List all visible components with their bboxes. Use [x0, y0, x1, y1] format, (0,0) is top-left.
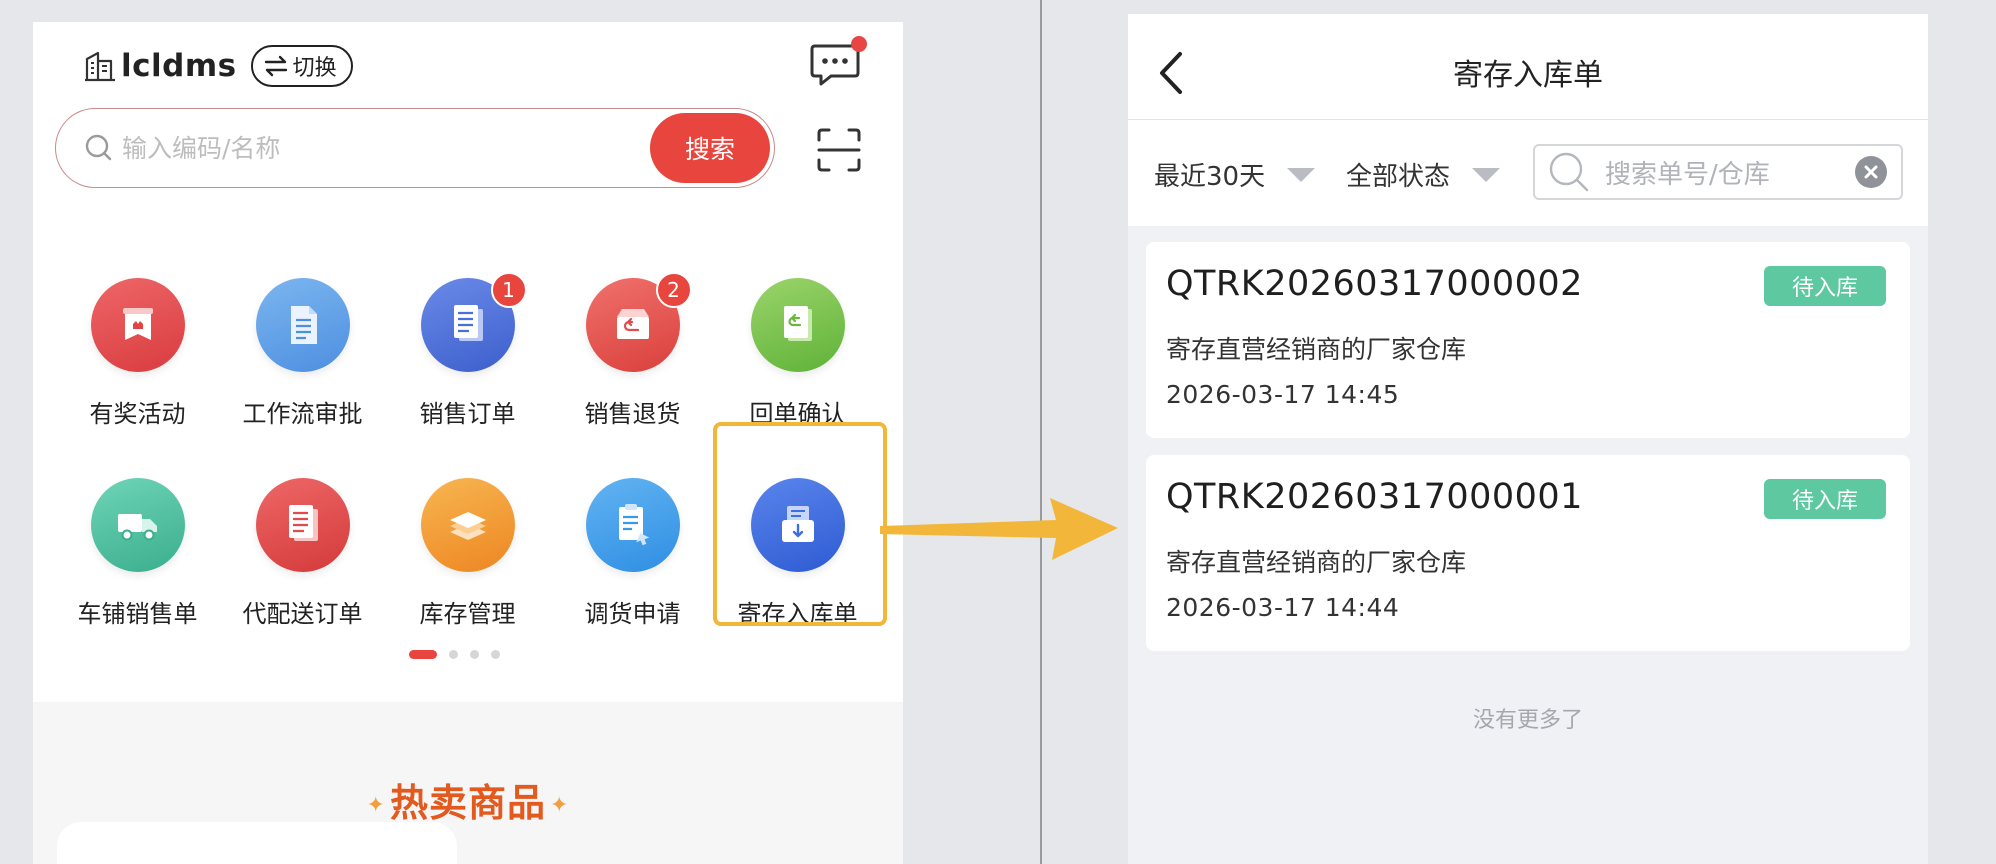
menu-label: 销售订单: [419, 400, 516, 428]
switch-company-button[interactable]: 切换: [250, 45, 353, 87]
hot-products-heading: ✦ 热卖商品 ✦: [33, 772, 903, 827]
order-time: 2026-03-17 14:45: [1166, 380, 1400, 409]
transfer-doc-icon: [585, 478, 680, 572]
return-box-icon: 2: [585, 272, 692, 372]
badge: 2: [655, 272, 692, 308]
caret-down-icon: [1287, 167, 1316, 182]
status-dropdown[interactable]: 全部状态: [1346, 156, 1501, 193]
order-card[interactable]: QTRK20260317000002 待入库 寄存直营经销商的厂家仓库 2026…: [1146, 242, 1910, 438]
order-time: 2026-03-17 14:44: [1166, 593, 1400, 622]
pager-dot[interactable]: [491, 650, 500, 659]
sparkle-icon: ✦: [366, 793, 386, 818]
menu-item-sales-order[interactable]: 1 销售订单: [385, 272, 550, 448]
status-badge: 待入库: [1764, 479, 1886, 519]
order-search-box[interactable]: 搜索单号/仓库: [1533, 144, 1903, 200]
scan-icon[interactable]: [815, 126, 863, 174]
filter-bar: 最近30天 全部状态 搜索单号/仓库: [1128, 120, 1928, 226]
pager-dot-active[interactable]: [409, 650, 437, 659]
delivery-doc-icon: [255, 478, 350, 572]
menu-label: 库存管理: [419, 600, 516, 628]
menu-item-sales-return[interactable]: 2 销售退货: [550, 272, 715, 448]
nav-bar: 寄存入库单: [1128, 14, 1928, 120]
menu-label: 代配送订单: [242, 600, 363, 628]
unread-dot: [851, 36, 867, 52]
menu-label: 有奖活动: [89, 400, 186, 428]
search-icon: [1549, 152, 1589, 192]
status-badge: 待入库: [1764, 266, 1886, 306]
home-search-box: 搜索: [55, 108, 775, 188]
gift-icon: [90, 278, 185, 372]
highlight-frame: [713, 422, 887, 626]
no-more-text: 没有更多了: [1472, 708, 1583, 733]
menu-label: 调货申请: [584, 600, 681, 628]
swap-icon: [264, 55, 287, 77]
order-search-placeholder: 搜索单号/仓库: [1605, 159, 1770, 190]
order-number: QTRK20260317000002: [1166, 264, 1583, 304]
message-button[interactable]: [807, 36, 867, 92]
menu-label: 车铺销售单: [77, 600, 198, 628]
product-card[interactable]: [57, 822, 457, 864]
pager-dot[interactable]: [449, 650, 458, 659]
menu-label: 工作流审批: [242, 400, 363, 428]
consignment-inbound-screen: 寄存入库单 最近30天 全部状态 搜索单号/仓库 QTRK20260317000…: [1128, 14, 1928, 864]
screen-divider: [1040, 0, 1042, 864]
search-icon: [85, 134, 112, 161]
page-title: 寄存入库单: [1453, 58, 1603, 93]
company-name: lcldms: [121, 48, 237, 84]
order-list-icon: 1: [420, 272, 527, 372]
truck-icon: [90, 478, 185, 572]
warehouse-name: 寄存直营经销商的厂家仓库: [1166, 548, 1467, 577]
layers-icon: [420, 478, 515, 572]
home-topbar: lcldms 切换: [83, 36, 867, 96]
menu-item-transfer-request[interactable]: 调货申请: [550, 478, 715, 648]
badge: 1: [490, 272, 527, 308]
warehouse-name: 寄存直营经销商的厂家仓库: [1166, 335, 1467, 364]
menu-item-delivery-order[interactable]: 代配送订单: [220, 478, 385, 648]
menu-item-truck-sales[interactable]: 车铺销售单: [55, 478, 220, 648]
receipt-return-icon: [750, 278, 845, 372]
home-search-row: 搜索: [55, 108, 863, 188]
sparkle-icon: ✦: [550, 793, 570, 818]
menu-pager: [409, 650, 500, 659]
switch-label: 切换: [292, 56, 337, 81]
menu-item-workflow[interactable]: 工作流审批: [220, 278, 385, 448]
status-label: 全部状态: [1346, 162, 1451, 192]
search-button[interactable]: 搜索: [650, 113, 770, 183]
clear-icon[interactable]: [1855, 156, 1887, 188]
pager-dot[interactable]: [470, 650, 479, 659]
date-range-dropdown[interactable]: 最近30天: [1154, 156, 1316, 193]
caret-down-icon: [1472, 167, 1501, 182]
menu-item-inventory[interactable]: 库存管理: [385, 478, 550, 648]
order-number: QTRK20260317000001: [1166, 477, 1583, 517]
menu-label: 销售退货: [584, 400, 681, 428]
menu-item-rewards[interactable]: 有奖活动: [55, 278, 220, 448]
arrow-icon: [880, 498, 1118, 560]
hot-title-text: 热卖商品: [389, 781, 546, 825]
date-range-label: 最近30天: [1154, 162, 1266, 192]
home-screen: lcldms 切换 搜索: [33, 22, 903, 864]
order-card[interactable]: QTRK20260317000001 待入库 寄存直营经销商的厂家仓库 2026…: [1146, 455, 1910, 651]
building-icon: [85, 51, 115, 82]
document-icon: [255, 278, 350, 372]
